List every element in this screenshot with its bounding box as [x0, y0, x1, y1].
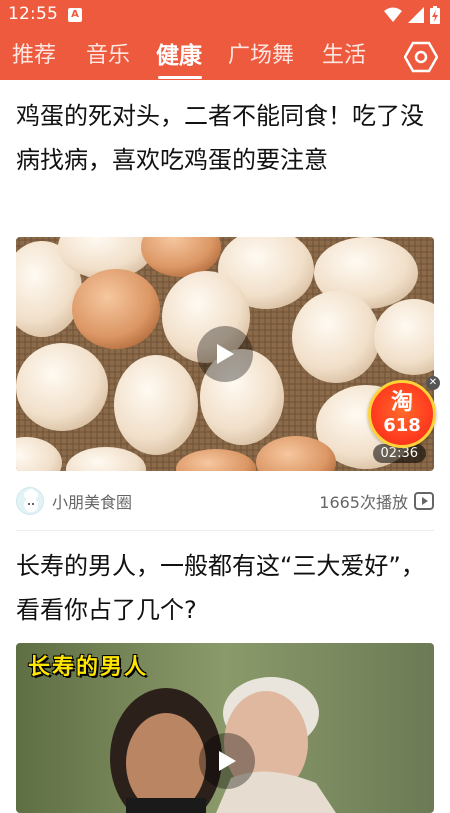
- chef-avatar-icon: [24, 489, 38, 512]
- settings-icon[interactable]: [404, 40, 438, 74]
- active-tab-indicator: [158, 76, 202, 79]
- status-time: 12:55: [8, 4, 58, 24]
- a-notification-icon: A: [68, 8, 82, 22]
- wifi-icon: [384, 7, 402, 22]
- play-icon: [219, 751, 236, 771]
- promo-brand: 淘: [390, 390, 413, 415]
- play-button[interactable]: [197, 326, 253, 382]
- play-icon: [217, 344, 234, 364]
- tab-life[interactable]: 生活: [322, 40, 366, 72]
- video-thumbnail[interactable]: 02:36: [16, 237, 434, 471]
- article-title[interactable]: 长寿的男人，一般都有这“三大爱好”，看看你占了几个?: [16, 544, 434, 632]
- article-title[interactable]: 鸡蛋的死对头，二者不能同食！吃了没病找病，喜欢吃鸡蛋的要注意: [16, 94, 434, 182]
- tab-music[interactable]: 音乐: [86, 40, 130, 72]
- source-name[interactable]: 小朋美食圈: [52, 489, 319, 513]
- view-count: 1665次播放: [319, 493, 408, 512]
- signal-icon: [408, 7, 424, 23]
- video-thumbnail[interactable]: 长寿的男人: [16, 643, 434, 813]
- tab-recommend[interactable]: 推荐: [12, 40, 56, 72]
- avatar[interactable]: [16, 487, 44, 515]
- divider: [16, 530, 434, 531]
- tab-health[interactable]: 健康: [156, 40, 202, 72]
- play-count-icon: [414, 492, 434, 510]
- play-button[interactable]: [199, 733, 255, 789]
- promo-number: 618: [383, 415, 421, 436]
- tab-square-dance[interactable]: 广场舞: [228, 40, 294, 72]
- battery-icon: [430, 6, 440, 24]
- thumbnail-overlay-text: 长寿的男人: [28, 655, 149, 680]
- status-right-icons: [384, 6, 440, 24]
- taobao-618-badge[interactable]: 淘 618: [368, 380, 436, 448]
- close-icon[interactable]: ✕: [426, 376, 440, 390]
- tab-bar: [0, 32, 450, 80]
- status-bar: 12:55 A: [0, 0, 450, 32]
- article-meta: 小朋美食圈 1665次播放: [16, 485, 434, 517]
